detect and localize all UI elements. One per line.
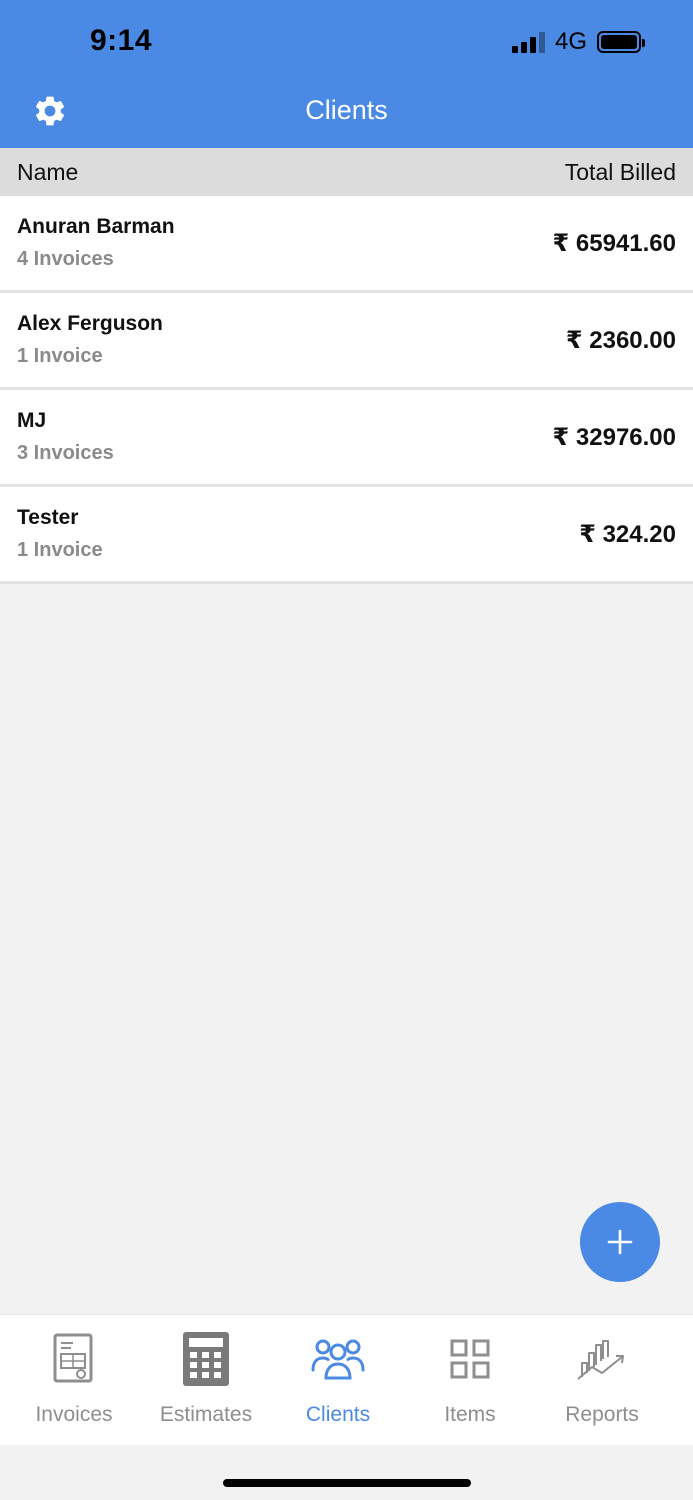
network-label: 4G (554, 28, 587, 55)
tab-invoices[interactable]: Invoices (8, 1315, 140, 1445)
client-name: Tester (17, 506, 79, 529)
tab-label: Invoices (35, 1403, 113, 1426)
plus-icon (607, 1229, 633, 1255)
invoice-icon (53, 1333, 93, 1383)
signal-icon (511, 31, 545, 53)
client-total-billed: ₹ 32976.00 (552, 423, 676, 451)
home-indicator[interactable] (223, 1479, 471, 1487)
tab-clients[interactable]: Clients (272, 1315, 404, 1445)
tab-label: Reports (565, 1403, 639, 1426)
clients-icon (311, 1339, 365, 1380)
client-total-billed: ₹ 2360.00 (565, 326, 676, 354)
column-name-header: Name (17, 158, 79, 185)
grid-icon (450, 1339, 490, 1379)
client-total-billed: ₹ 65941.60 (552, 229, 676, 257)
client-row[interactable]: Anuran Barman 4 Invoices ₹ 65941.60 (0, 196, 693, 293)
client-list: Anuran Barman 4 Invoices ₹ 65941.60 Alex… (0, 196, 693, 584)
page-title: Clients (305, 95, 388, 125)
client-invoice-count: 3 Invoices (17, 442, 114, 464)
client-name: Anuran Barman (17, 215, 175, 238)
client-row[interactable]: Tester 1 Invoice ₹ 324.20 (0, 487, 693, 584)
tab-label: Estimates (159, 1403, 253, 1426)
tab-estimates[interactable]: Estimates (140, 1315, 272, 1445)
client-row[interactable]: MJ 3 Invoices ₹ 32976.00 (0, 390, 693, 487)
chart-icon (577, 1340, 624, 1380)
status-icons: 4G (511, 28, 645, 56)
app-header: 9:14 4G Clients (0, 0, 693, 148)
client-invoice-count: 1 Invoice (17, 539, 103, 561)
column-total-header: Total Billed (564, 158, 676, 185)
status-time: 9:14 (90, 24, 153, 57)
tab-reports[interactable]: Reports (536, 1315, 668, 1445)
client-total-billed: ₹ 324.20 (579, 520, 676, 548)
client-row[interactable]: Alex Ferguson 1 Invoice ₹ 2360.00 (0, 293, 693, 390)
client-invoice-count: 1 Invoice (17, 345, 103, 367)
tab-label: Items (444, 1403, 496, 1426)
client-invoice-count: 4 Invoices (17, 248, 114, 270)
calculator-icon (183, 1332, 229, 1386)
add-client-button[interactable] (580, 1202, 660, 1282)
client-name: Alex Ferguson (17, 312, 163, 335)
client-name: MJ (17, 409, 47, 432)
battery-icon (597, 31, 645, 53)
tab-label: Clients (305, 1403, 371, 1426)
tab-items[interactable]: Items (404, 1315, 536, 1445)
bottom-tab-bar: Invoices Estimates Clients Items Reports (0, 1314, 693, 1445)
home-indicator-area (0, 1445, 693, 1500)
table-header: Name Total Billed (0, 148, 693, 196)
